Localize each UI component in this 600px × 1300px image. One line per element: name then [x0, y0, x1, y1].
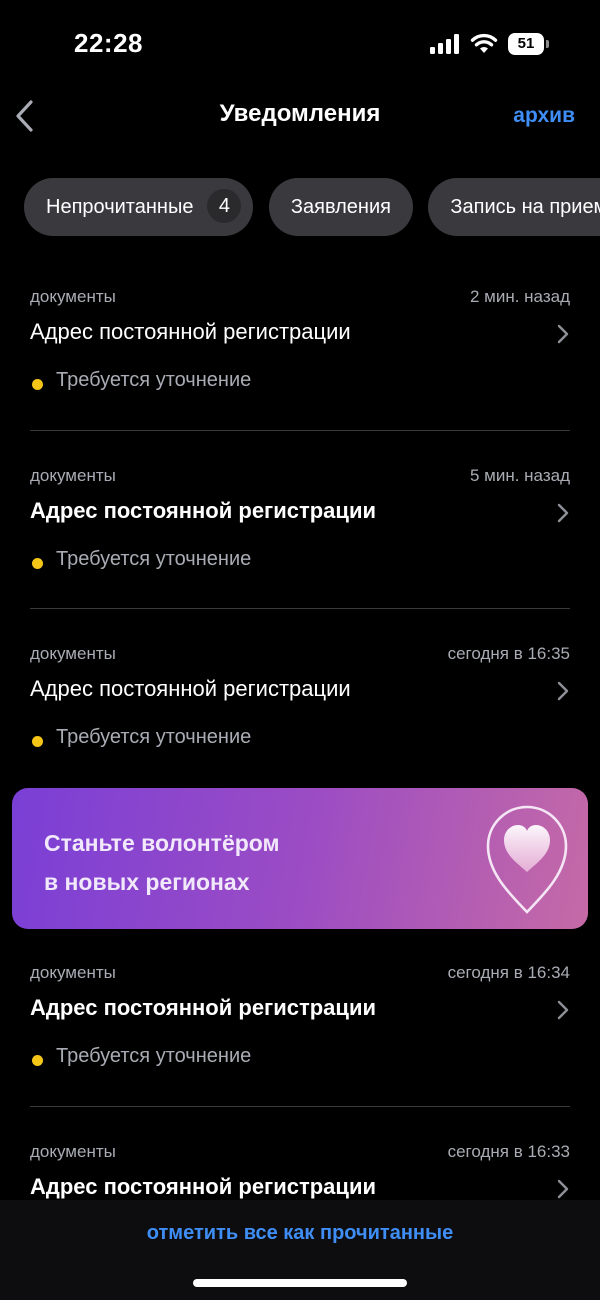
- heart-location-pin-icon: [486, 805, 568, 914]
- notification-title: Адрес постоянной регистрации: [30, 995, 376, 1020]
- divider: [30, 608, 570, 609]
- notification-item[interactable]: документы сегодня в 16:35 Адрес постоянн…: [30, 644, 570, 764]
- notification-time: 5 мин. назад: [469, 466, 570, 485]
- notification-category: документы: [30, 287, 116, 306]
- chevron-right-icon: [557, 1000, 569, 1020]
- notification-time: сегодня в 16:33: [447, 1142, 570, 1161]
- page-title: Уведомления: [219, 100, 381, 127]
- notification-category: документы: [30, 1142, 116, 1161]
- filter-chip-label: Заявления: [290, 196, 391, 218]
- archive-link[interactable]: архив: [513, 104, 575, 128]
- battery-tip: [546, 40, 549, 48]
- filter-chip-applications[interactable]: Заявления: [268, 178, 413, 236]
- notification-title: Адрес постоянной регистрации: [30, 319, 351, 344]
- chevron-right-icon: [557, 1179, 569, 1199]
- notification-title: Адрес постоянной регистрации: [30, 498, 376, 523]
- notification-item[interactable]: документы сегодня в 16:34 Адрес постоянн…: [30, 963, 570, 1083]
- filter-chip-label: Запись на прием: [450, 196, 600, 218]
- divider: [30, 430, 570, 431]
- divider: [30, 1106, 570, 1107]
- status-dot: [32, 379, 43, 390]
- volunteer-promo-banner[interactable]: Станьте волонтёром в новых регионах: [12, 788, 588, 929]
- bottom-action-bar: отметить все как прочитанные: [0, 1200, 600, 1300]
- notification-title: Адрес постоянной регистрации: [30, 676, 351, 701]
- cellular-signal-icon: [430, 34, 459, 54]
- notification-title: Адрес постоянной регистрации: [30, 1174, 376, 1199]
- battery-level: 51: [508, 33, 544, 55]
- filter-chip-appointment[interactable]: Запись на прием: [428, 178, 600, 236]
- notification-item[interactable]: документы сегодня в 16:33 Адрес постоянн…: [30, 1142, 570, 1200]
- notification-category: документы: [30, 466, 116, 485]
- notification-category: документы: [30, 644, 116, 663]
- filter-chips: Непрочитанные 4 Заявления Запись на прием: [24, 178, 600, 238]
- chevron-right-icon: [557, 503, 569, 523]
- filter-chip-unread[interactable]: Непрочитанные 4: [24, 178, 254, 236]
- status-dot: [32, 1055, 43, 1066]
- chevron-right-icon: [557, 681, 569, 701]
- notification-time: сегодня в 16:34: [447, 963, 570, 982]
- status-dot: [32, 558, 43, 569]
- mark-all-read-button[interactable]: отметить все как прочитанные: [0, 1222, 600, 1245]
- notification-time: 2 мин. назад: [469, 287, 570, 306]
- promo-text: Станьте волонтёром в новых регионах: [44, 824, 280, 902]
- status-time: 22:28: [74, 28, 143, 58]
- battery-icon: 51: [508, 33, 550, 55]
- home-indicator[interactable]: [193, 1279, 407, 1287]
- wifi-icon: [470, 33, 498, 53]
- notification-item[interactable]: документы 5 мин. назад Адрес постоянной …: [30, 466, 570, 586]
- unread-count-badge: 4: [207, 188, 242, 223]
- notification-status: Требуется уточнение: [56, 369, 252, 391]
- status-dot: [32, 736, 43, 747]
- promo-line-1: Станьте волонтёром: [44, 830, 280, 856]
- promo-line-2: в новых регионах: [44, 869, 250, 895]
- notification-status: Требуется уточнение: [56, 548, 252, 570]
- notification-category: документы: [30, 963, 116, 982]
- notification-time: сегодня в 16:35: [447, 644, 570, 663]
- status-bar: 22:28 51: [0, 0, 600, 90]
- filter-chip-label: Непрочитанные: [46, 196, 194, 218]
- notification-status: Требуется уточнение: [56, 1045, 252, 1067]
- chevron-right-icon: [557, 324, 569, 344]
- notification-item[interactable]: документы 2 мин. назад Адрес постоянной …: [30, 287, 570, 407]
- notification-status: Требуется уточнение: [56, 726, 252, 748]
